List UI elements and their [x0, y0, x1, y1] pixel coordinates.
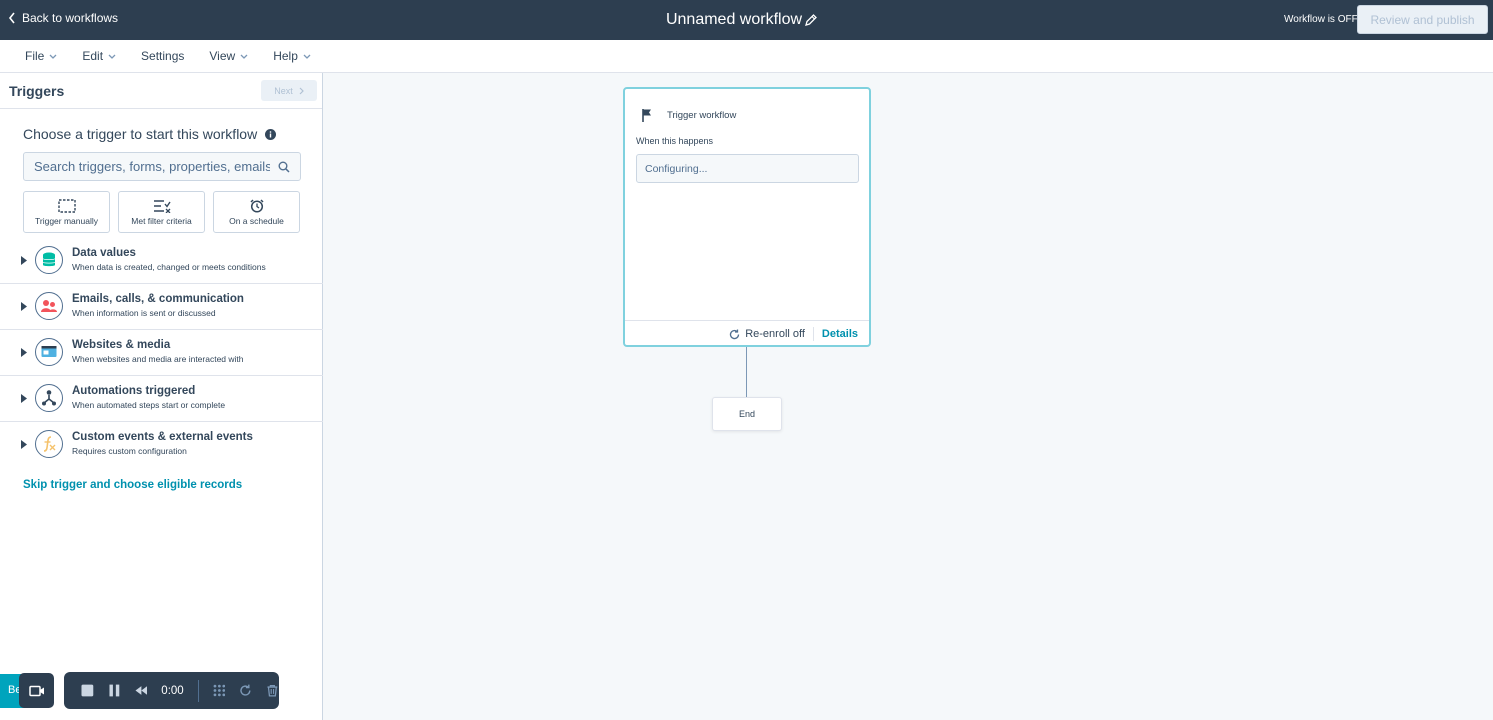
rewind-icon[interactable]: [135, 684, 148, 697]
chevron-left-icon: [8, 12, 15, 24]
trigger-manually-label: Trigger manually: [35, 215, 98, 226]
menu-view[interactable]: View: [209, 49, 248, 63]
category-title: Emails, calls, & communication: [72, 293, 244, 305]
next-button-label: Next: [274, 85, 293, 96]
category-subtitle: Requires custom configuration: [72, 446, 187, 456]
category-title: Automations triggered: [72, 385, 196, 397]
caret-right-icon: [21, 440, 27, 449]
pencil-icon[interactable]: [804, 13, 818, 27]
node-footer: Re-enroll off Details: [625, 320, 869, 347]
menu-view-label: View: [209, 49, 236, 63]
back-to-workflows-link[interactable]: Back to workflows: [8, 11, 118, 25]
people-icon: [35, 292, 63, 320]
category-title: Websites & media: [72, 339, 171, 351]
review-and-publish-button[interactable]: Review and publish: [1357, 5, 1488, 34]
workflow-canvas[interactable]: Trigger workflow When this happens Confi…: [324, 73, 1493, 720]
category-subtitle: When websites and media are interacted w…: [72, 354, 244, 364]
browser-icon: [35, 338, 63, 366]
node-title: Trigger workflow: [667, 110, 737, 121]
camera-button[interactable]: [19, 673, 54, 708]
back-link-label: Back to workflows: [22, 11, 119, 25]
menu-settings[interactable]: Settings: [141, 49, 184, 63]
category-title: Custom events & external events: [72, 431, 253, 443]
database-icon: [35, 246, 63, 274]
footer-divider: [812, 327, 814, 341]
video-camera-icon: [28, 685, 44, 696]
end-node[interactable]: End: [712, 397, 782, 431]
chevron-down-icon: [108, 54, 116, 59]
panel-title: Triggers: [9, 83, 65, 99]
skip-trigger-link[interactable]: Skip trigger and choose eligible records: [23, 479, 242, 491]
category-automations-triggered[interactable]: Automations triggered When automated ste…: [0, 376, 323, 422]
flag-icon: [642, 109, 651, 122]
toolbar-divider: [197, 679, 199, 702]
chevron-down-icon: [49, 54, 57, 59]
stop-icon[interactable]: [81, 684, 94, 697]
menu-file-label: File: [25, 49, 45, 63]
category-websites-media[interactable]: Websites & media When websites and media…: [0, 330, 323, 376]
trigger-workflow-node[interactable]: Trigger workflow When this happens Confi…: [623, 87, 871, 347]
category-title: Data values: [72, 247, 136, 259]
menu-edit[interactable]: Edit: [82, 49, 116, 63]
recording-time: 0:00: [161, 684, 184, 697]
menu-settings-label: Settings: [141, 49, 185, 63]
menu-edit-label: Edit: [82, 49, 104, 63]
caret-right-icon: [21, 394, 27, 403]
category-subtitle: When information is sent or discussed: [72, 308, 216, 318]
filter-list-icon: [153, 199, 171, 213]
automation-icon: [35, 384, 63, 412]
alarm-clock-icon: [249, 198, 264, 213]
on-a-schedule-label: On a schedule: [229, 215, 284, 226]
pause-icon[interactable]: [108, 684, 121, 697]
category-emails-calls-communication[interactable]: Emails, calls, & communication When info…: [0, 284, 323, 330]
trigger-type-cards: Trigger manually Met filter criteria On …: [23, 191, 300, 233]
chevron-down-icon: [240, 54, 248, 59]
choose-trigger-heading: Choose a trigger to start this workflow: [23, 126, 277, 142]
met-filter-criteria-card[interactable]: Met filter criteria: [118, 191, 205, 233]
choose-trigger-text: Choose a trigger to start this workflow: [23, 126, 258, 142]
search-icon: [278, 161, 290, 173]
trash-icon[interactable]: [266, 684, 279, 697]
trigger-search: [23, 152, 301, 181]
category-subtitle: When automated steps start or complete: [72, 400, 226, 410]
dashed-box-icon: [57, 198, 76, 213]
menu-help[interactable]: Help: [273, 49, 311, 63]
met-filter-criteria-label: Met filter criteria: [131, 215, 192, 226]
caret-right-icon: [21, 256, 27, 265]
category-custom-external-events[interactable]: Custom events & external events Requires…: [0, 422, 323, 468]
category-data-values[interactable]: Data values When data is created, change…: [0, 238, 323, 284]
info-icon[interactable]: [265, 128, 277, 140]
triggers-panel: Triggers Next Choose a trigger to start …: [0, 73, 323, 720]
grid-dots-icon[interactable]: [213, 684, 226, 697]
category-subtitle: When data is created, changed or meets c…: [72, 262, 266, 272]
node-subtitle: When this happens: [636, 136, 714, 146]
workflow-name-input[interactable]: [664, 8, 804, 32]
trigger-manually-card[interactable]: Trigger manually: [23, 191, 110, 233]
next-button[interactable]: Next: [261, 80, 317, 101]
menu-bar: File Edit Settings View Help: [0, 40, 1493, 73]
trigger-search-input[interactable]: [24, 153, 300, 180]
connector-line: [746, 347, 747, 397]
menu-help-label: Help: [273, 49, 298, 63]
trigger-configuring-box[interactable]: Configuring...: [636, 154, 859, 183]
restart-icon[interactable]: [239, 684, 252, 697]
reenroll-toggle[interactable]: Re-enroll off: [729, 328, 805, 340]
recording-toolbar: 0:00: [64, 672, 279, 709]
top-navigation-bar: Back to workflows Workflow is OFF Review…: [0, 0, 1493, 40]
on-a-schedule-card[interactable]: On a schedule: [213, 191, 300, 233]
panel-header: Triggers Next: [0, 73, 322, 109]
refresh-icon: [730, 329, 740, 339]
workflow-status-text: Workflow is OFF: [1284, 14, 1358, 25]
trigger-category-list: Data values When data is created, change…: [0, 238, 323, 468]
chevron-right-icon: [299, 87, 304, 94]
function-icon: [35, 430, 63, 458]
chevron-down-icon: [303, 54, 311, 59]
caret-right-icon: [21, 302, 27, 311]
caret-right-icon: [21, 348, 27, 357]
menu-file[interactable]: File: [25, 49, 57, 63]
reenroll-label: Re-enroll off: [745, 328, 805, 340]
details-link[interactable]: Details: [822, 328, 858, 340]
